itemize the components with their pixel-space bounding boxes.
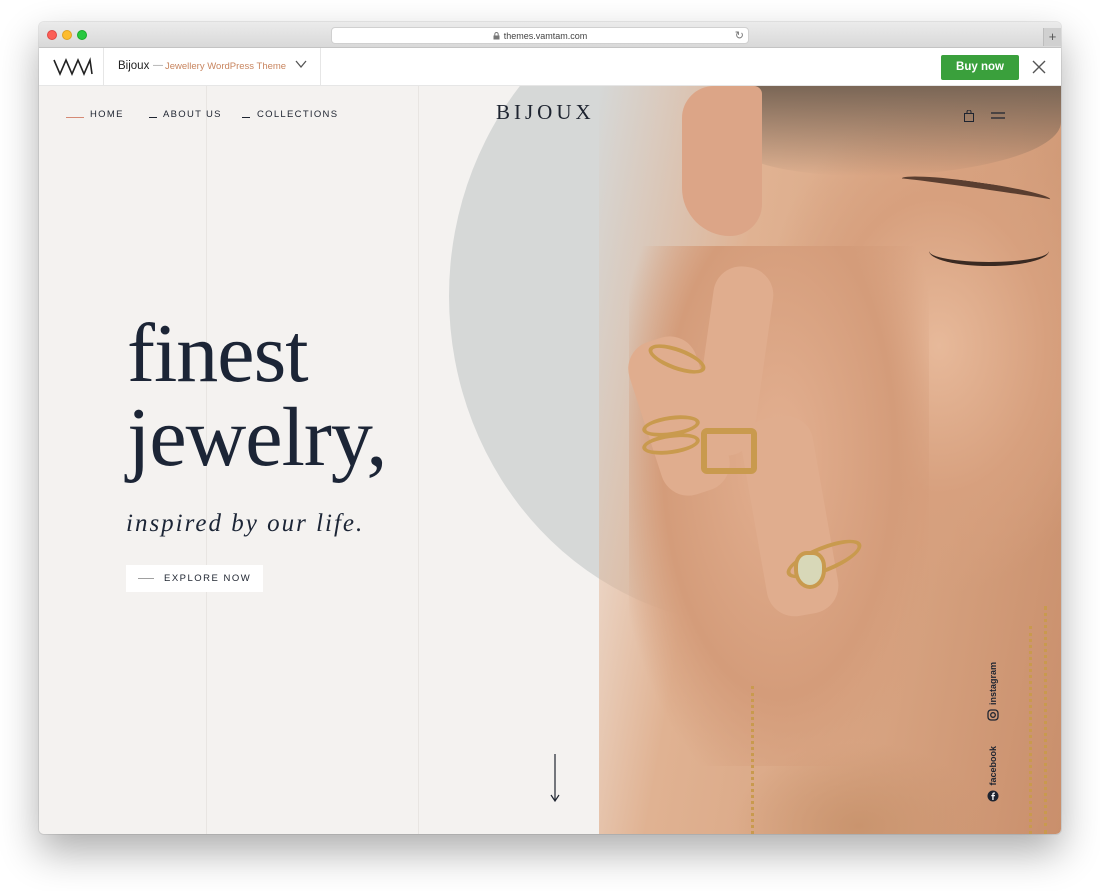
instagram-label: instagram [988,662,998,706]
theme-preview-bar: Bijoux — Jewellery WordPress Theme Buy n… [39,48,1061,86]
explore-now-label: EXPLORE NOW [164,573,252,584]
grid-line [418,86,419,834]
theme-name: Bijoux [118,60,150,72]
nav-dash [149,117,157,118]
lock-icon [493,31,500,39]
hero-photo-gem [794,551,826,589]
brand-logo[interactable]: BIJOUX [496,100,595,125]
explore-now-button[interactable]: EXPLORE NOW [126,565,263,592]
hero-photo-ring-stack [701,428,757,474]
buy-now-button[interactable]: Buy now [941,55,1019,80]
nav-dash [242,117,250,118]
theme-dash: — [153,60,163,71]
hero-photo-necklace [1044,606,1047,834]
hero-photo-necklace [1029,626,1032,834]
hero-title-line-2: jewelry, [127,391,387,484]
address-bar[interactable]: themes.vamtam.com ↻ [331,27,749,44]
facebook-icon [987,790,999,802]
shopping-bag-icon[interactable] [964,110,974,122]
hero-subtitle: inspired by our life. [126,510,365,537]
page-content: HOME ABOUT US COLLECTIONS BIJOUX finest … [39,86,1061,834]
nav-dash [66,117,84,118]
browser-titlebar: themes.vamtam.com ↻ + [39,22,1061,48]
reload-icon[interactable]: ↻ [735,29,744,42]
divider [103,48,104,86]
hamburger-menu-icon[interactable] [991,112,1005,120]
hero-title-line-1: finest [127,307,309,400]
close-icon[interactable] [1032,60,1046,74]
vamtam-logo-icon[interactable] [53,57,93,77]
window-minimize-button[interactable] [62,30,72,40]
social-link-facebook[interactable]: facebook [985,746,1001,802]
chevron-down-icon[interactable] [295,58,307,70]
hero-photo-ear [682,86,762,236]
url-text: themes.vamtam.com [503,30,588,41]
facebook-label: facebook [988,746,998,786]
browser-window: themes.vamtam.com ↻ + Bijoux — Jewellery… [39,22,1061,834]
divider [320,48,321,86]
hero-photo-necklace [751,686,754,834]
window-maximize-button[interactable] [77,30,87,40]
window-close-button[interactable] [47,30,57,40]
hero-photo-eye [929,236,1049,266]
nav-item-home[interactable]: HOME [90,109,124,120]
social-link-instagram[interactable]: instagram [985,662,1001,721]
nav-item-about-us[interactable]: ABOUT US [163,109,222,120]
arrow-down-icon[interactable] [550,754,560,802]
button-line [138,578,154,579]
theme-subtitle: Jewellery WordPress Theme [165,61,287,72]
instagram-icon [987,709,999,721]
nav-item-collections[interactable]: COLLECTIONS [257,109,338,120]
new-tab-button[interactable]: + [1043,28,1061,46]
